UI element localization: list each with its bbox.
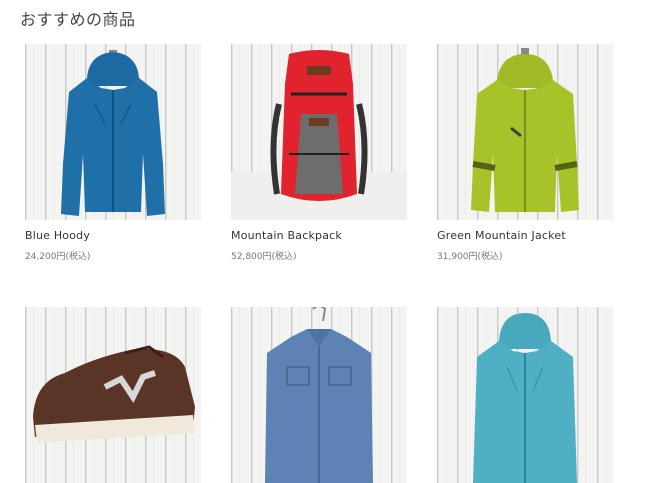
product-image[interactable] [437, 307, 613, 483]
section-title: おすすめの商品 [20, 10, 136, 29]
red-backpack-image [231, 44, 407, 220]
product-card[interactable] [25, 307, 201, 483]
product-image[interactable] [25, 44, 201, 220]
brown-sneaker-image [25, 307, 201, 483]
green-jacket-image [437, 44, 613, 220]
product-price: 24,200円(税込) [25, 252, 91, 262]
product-name[interactable]: Blue Hoody [25, 229, 90, 242]
product-card[interactable] [437, 307, 613, 483]
product-card[interactable] [231, 307, 407, 483]
product-name[interactable]: Green Mountain Jacket [437, 229, 566, 242]
product-image[interactable] [231, 44, 407, 220]
product-price: 31,900円(税込) [437, 252, 503, 262]
chambray-shirt-image [231, 307, 407, 483]
product-image[interactable] [25, 307, 201, 483]
product-price: 52,800円(税込) [231, 252, 297, 262]
blue-hoody-image [25, 44, 201, 220]
product-card[interactable]: Green Mountain Jacket 31,900円(税込) [437, 44, 613, 262]
product-card[interactable]: Blue Hoody 24,200円(税込) [25, 44, 201, 262]
teal-jacket-image [437, 307, 613, 483]
product-image[interactable] [231, 307, 407, 483]
product-card[interactable]: Mountain Backpack 52,800円(税込) [231, 44, 407, 262]
product-image[interactable] [437, 44, 613, 220]
product-name[interactable]: Mountain Backpack [231, 229, 342, 242]
